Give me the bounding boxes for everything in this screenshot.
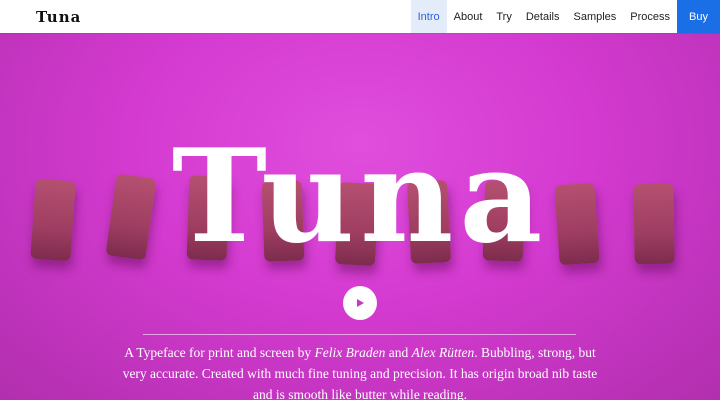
play-button[interactable] [343,286,377,320]
hero-section: Tuna A Typeface for print and screen by … [0,33,720,400]
play-icon [357,299,364,307]
nav-item-samples[interactable]: Samples [566,0,623,33]
nav-item-about[interactable]: About [447,0,490,33]
hero-description: A Typeface for print and screen by Felix… [120,342,600,400]
author-name: Alex Rütten [411,345,475,360]
nav-item-details[interactable]: Details [519,0,567,33]
brand-logo[interactable]: Tuna [36,0,81,33]
main-nav: Intro About Try Details Samples Process … [410,0,720,33]
buy-button[interactable]: Buy [677,0,720,33]
description-text: A Typeface for print and screen by [124,345,315,360]
nav-item-intro[interactable]: Intro [410,0,447,33]
nav-item-try[interactable]: Try [489,0,518,33]
hero-title: Tuna [171,122,549,272]
divider [143,334,576,335]
nav-item-process[interactable]: Process [623,0,677,33]
author-name: Felix Braden [314,345,386,360]
top-navigation-bar: Tuna Intro About Try Details Samples Pro… [0,0,720,33]
description-text: and [385,345,412,360]
